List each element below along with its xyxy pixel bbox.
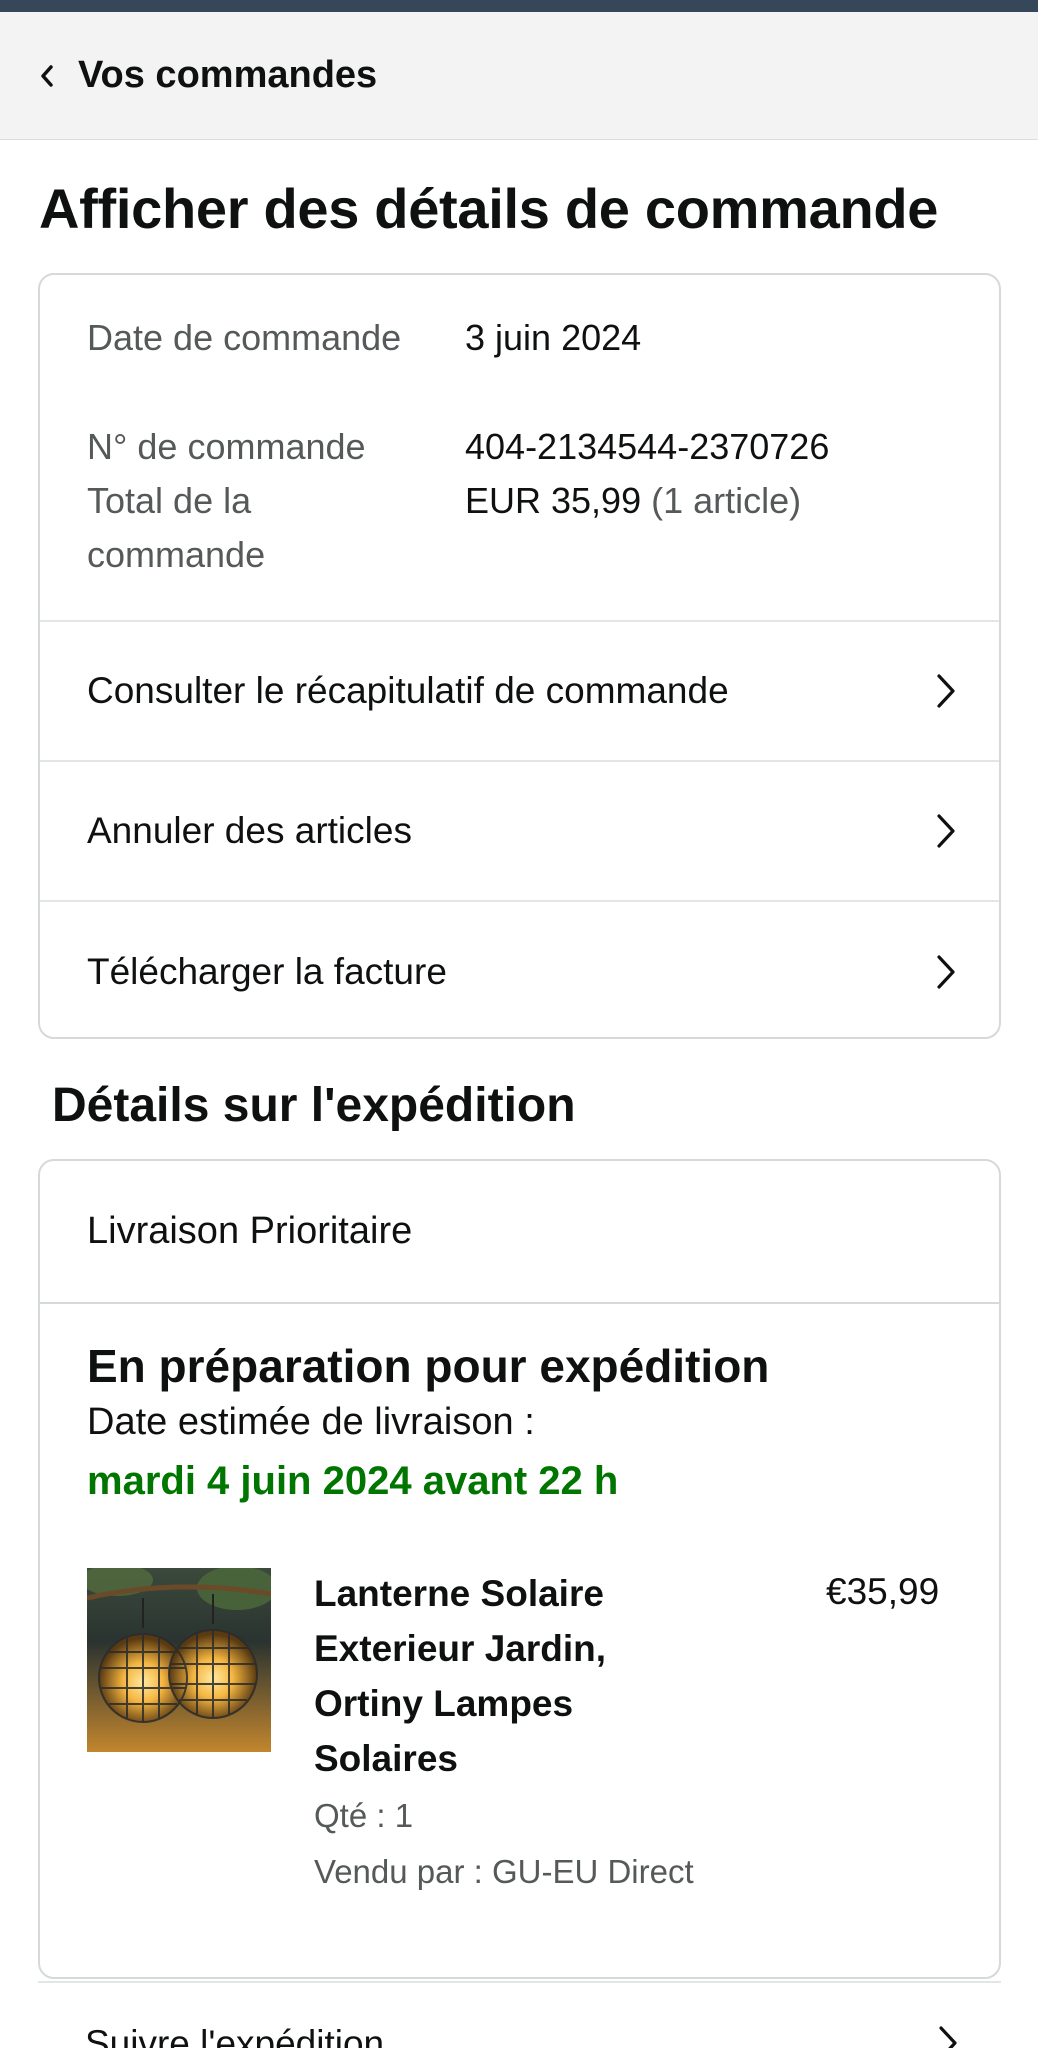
product-title-link[interactable]: Lanterne Solaire Exterieur Jardin, Ortin… [314, 1566, 704, 1786]
order-total-amount: EUR 35,99 [465, 480, 642, 521]
chevron-right-icon [931, 952, 961, 992]
estimated-delivery-label: Date estimée de livraison : [87, 1401, 535, 1443]
order-date-label: Date de commande [87, 317, 402, 358]
shipment-card: Livraison Prioritaire En préparation pou… [38, 1159, 1001, 1979]
chevron-right-icon [931, 671, 961, 711]
order-date-value: 3 juin 2024 [465, 317, 642, 358]
chevron-right-icon [933, 2023, 963, 2048]
track-shipment-row[interactable]: Suivre l'expédition [38, 1981, 1001, 2048]
page-title: Afficher des détails de commande [39, 177, 939, 240]
order-number-label: N° de commande [87, 426, 366, 467]
order-total-label: Total de la commande [87, 480, 266, 575]
product-quantity: Qté : 1 [314, 1797, 414, 1834]
track-shipment-label: Suivre l'expédition [85, 2023, 385, 2048]
view-order-summary-row[interactable]: Consulter le récapitulatif de commande [40, 622, 999, 762]
product-price: €35,99 [826, 1571, 940, 1612]
shipping-method: Livraison Prioritaire [40, 1161, 999, 1304]
shipment-status: En préparation pour expédition [87, 1340, 770, 1392]
estimated-delivery-date: mardi 4 juin 2024 avant 22 h [87, 1459, 619, 1503]
order-item-count: (1 article) [651, 480, 802, 521]
order-number-value: 404-2134544-2370726 [465, 426, 830, 467]
product-image[interactable] [87, 1568, 271, 1752]
back-to-orders-link[interactable]: Vos commandes [78, 54, 377, 97]
shipment-section-title: Détails sur l'expédition [52, 1079, 576, 1132]
download-invoice-row[interactable]: Télécharger la facture [40, 902, 999, 1037]
order-total-value: EUR 35,99 (1 article) [465, 474, 801, 528]
order-summary-card: Date de commande 3 juin 2024 N° de comma… [38, 273, 1001, 1039]
download-invoice-label: Télécharger la facture [87, 951, 447, 992]
chevron-right-icon [931, 811, 961, 851]
shipping-method-label: Livraison Prioritaire [87, 1210, 413, 1252]
cancel-items-row[interactable]: Annuler des articles [40, 762, 999, 902]
product-seller: Vendu par : GU-EU Direct [314, 1853, 694, 1890]
cancel-items-label: Annuler des articles [87, 810, 412, 851]
nav-header: Vos commandes [0, 12, 1038, 140]
view-order-summary-label: Consulter le récapitulatif de commande [87, 670, 729, 711]
status-bar [0, 0, 1038, 12]
order-info: Date de commande 3 juin 2024 N° de comma… [40, 275, 999, 622]
chevron-left-icon[interactable] [36, 64, 58, 87]
